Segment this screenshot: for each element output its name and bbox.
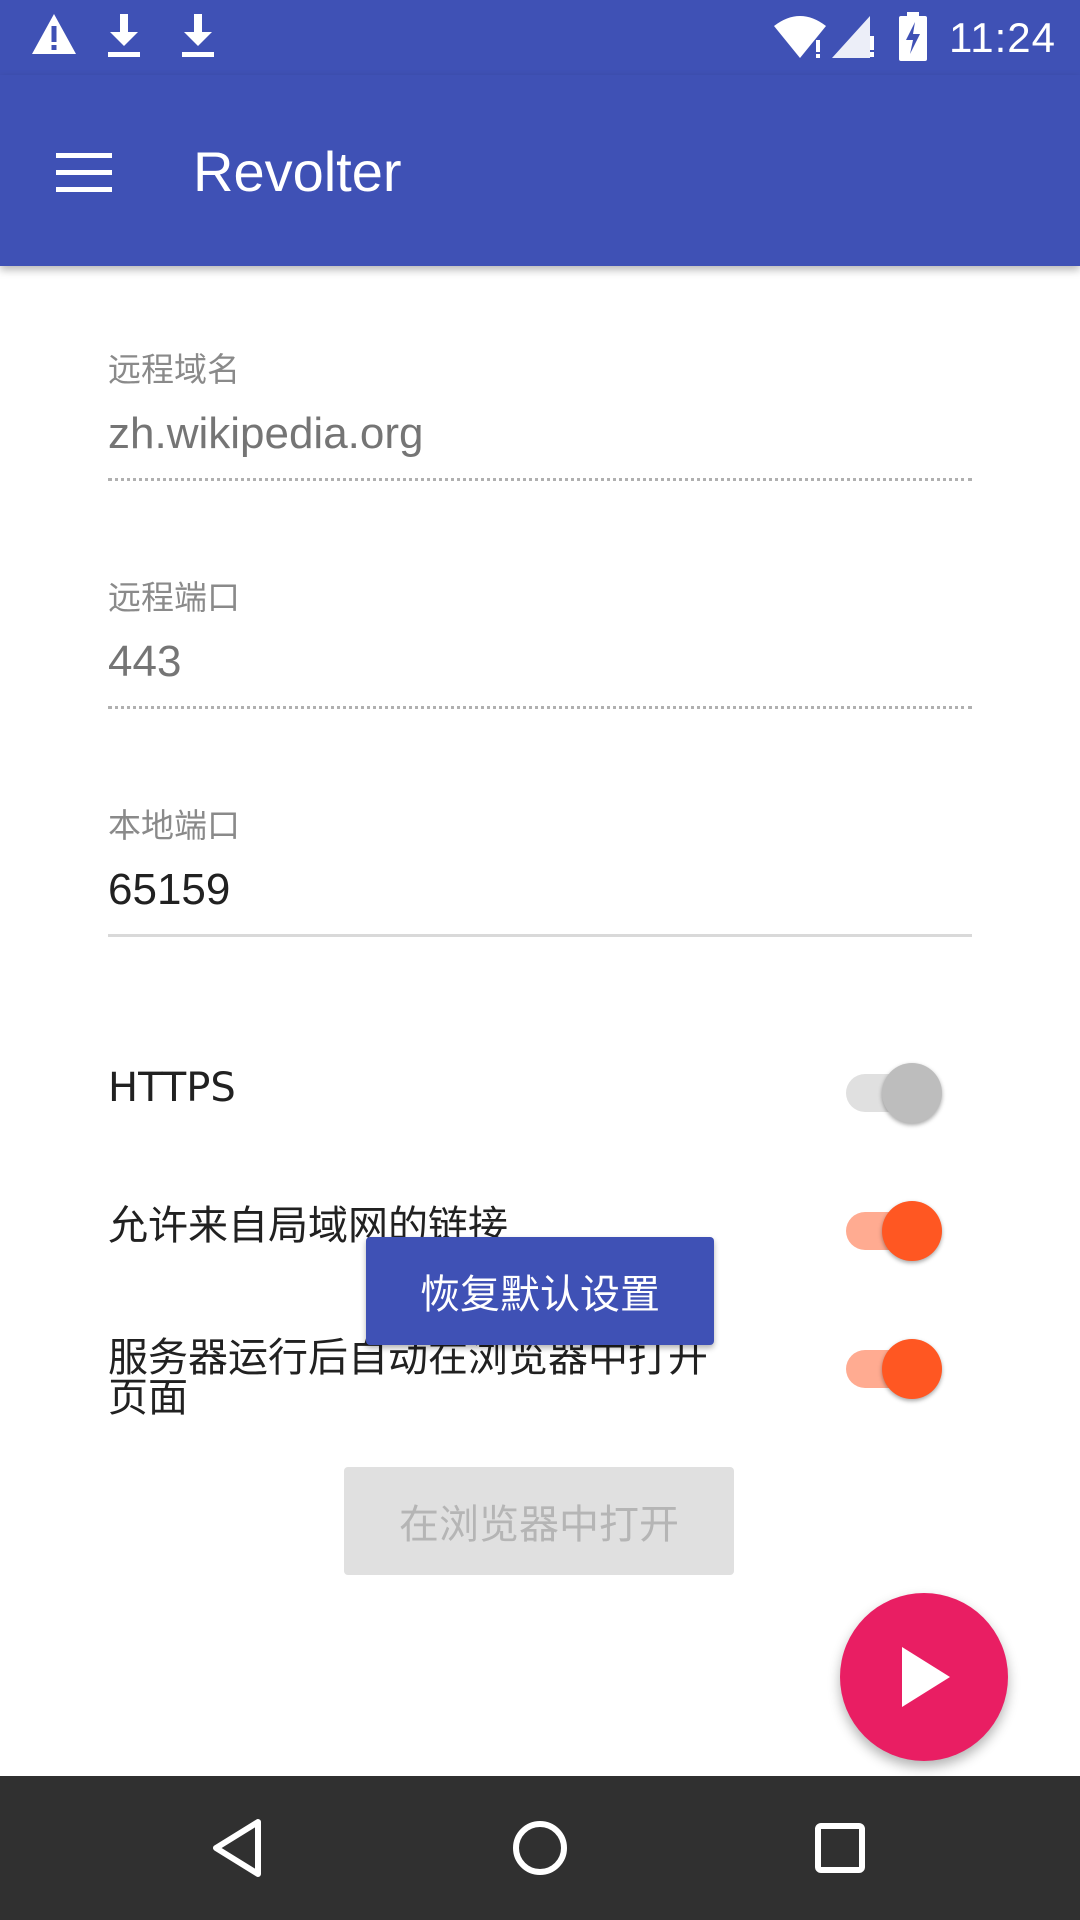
- open-in-browser-button[interactable]: 在浏览器中打开: [344, 1467, 734, 1575]
- home-icon[interactable]: [500, 1808, 580, 1888]
- local-port-input[interactable]: [108, 860, 972, 920]
- auto-open-toggle-thumb: [882, 1339, 942, 1399]
- battery-charging-icon: [898, 12, 928, 66]
- auto-open-label-line2: 页面: [108, 1375, 188, 1421]
- restore-defaults-button[interactable]: 恢复默认设置: [366, 1237, 714, 1345]
- status-bar: 11:24: [0, 0, 1080, 75]
- play-icon: [902, 1647, 950, 1707]
- remote-port-label: 远程端口: [108, 578, 240, 617]
- local-port-label: 本地端口: [108, 806, 240, 845]
- remote-domain-field: 远程域名: [108, 350, 972, 481]
- signal-icon: [830, 14, 878, 64]
- download-icon: [104, 12, 144, 64]
- remote-domain-label: 远程域名: [108, 350, 240, 389]
- remote-port-underline: [108, 706, 972, 709]
- auto-open-toggle[interactable]: [836, 1332, 948, 1399]
- wifi-icon: [772, 14, 828, 64]
- remote-port-input[interactable]: [108, 632, 972, 692]
- start-server-fab[interactable]: [840, 1593, 1008, 1761]
- settings-form: 远程域名 远程端口 本地端口 HTTPS 允许来自局域网的链接 服务器运行后自动…: [0, 266, 1080, 1776]
- app-bar: Revolter: [0, 75, 1080, 266]
- https-row: HTTPS: [108, 1056, 968, 1123]
- warning-icon: [30, 12, 78, 60]
- local-port-field: 本地端口: [108, 806, 972, 937]
- download-icon: [178, 12, 218, 64]
- allow-lan-toggle-thumb: [882, 1201, 942, 1261]
- status-clock: 11:24: [949, 14, 1056, 61]
- allow-lan-toggle[interactable]: [836, 1194, 948, 1261]
- remote-domain-underline: [108, 478, 972, 481]
- app-title: Revolter: [193, 140, 402, 203]
- system-nav-bar: [0, 1776, 1080, 1920]
- remote-port-field: 远程端口: [108, 578, 972, 709]
- hamburger-menu-icon[interactable]: [44, 133, 124, 213]
- back-icon[interactable]: [200, 1808, 280, 1888]
- recents-icon[interactable]: [800, 1808, 880, 1888]
- https-toggle[interactable]: [836, 1056, 948, 1123]
- remote-domain-input[interactable]: [108, 404, 972, 464]
- local-port-underline: [108, 934, 972, 937]
- https-toggle-thumb: [882, 1063, 942, 1123]
